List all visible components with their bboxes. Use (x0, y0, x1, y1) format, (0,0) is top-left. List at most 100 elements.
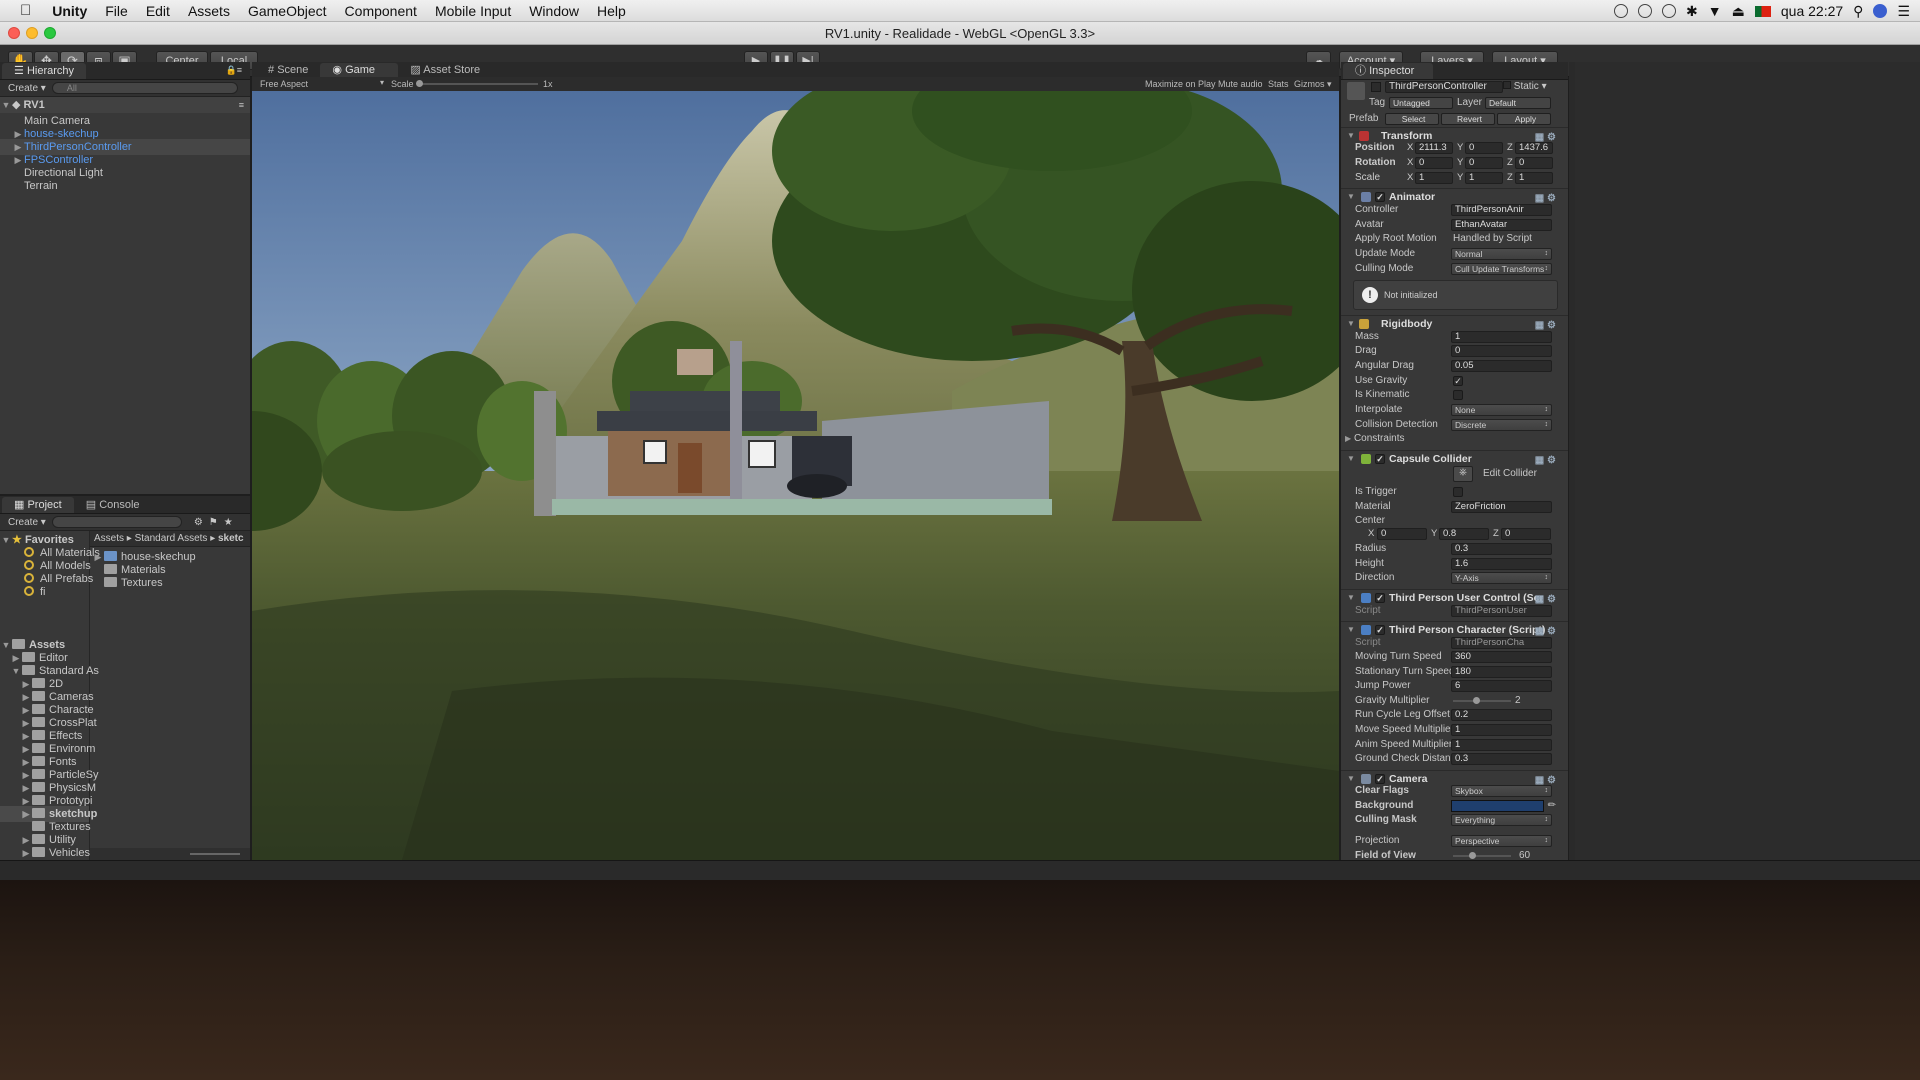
project-file[interactable]: Textures (92, 575, 250, 591)
siri-icon[interactable] (1873, 4, 1888, 18)
fov-value[interactable]: 60 (1519, 849, 1530, 860)
fold-icon[interactable]: ▼ (1347, 590, 1355, 606)
tab-asset-store[interactable]: ▨ Asset Store (398, 63, 492, 77)
projection-dropdown[interactable]: Perspective (1451, 835, 1552, 847)
alert-icon[interactable] (1662, 4, 1677, 18)
rigidbody-header[interactable]: ▼ Rigidbody ▦ ⚙ (1341, 315, 1568, 331)
object-name-field[interactable]: ThirdPersonController (1385, 81, 1503, 93)
filter-label-icon[interactable]: ⚑ (209, 517, 218, 528)
tab-project[interactable]: ▦ Project (2, 497, 74, 513)
bluetooth-icon[interactable]: ✱ (1686, 3, 1698, 20)
fold-icon[interactable]: ▼ (1347, 316, 1355, 332)
stationary-turn-field[interactable]: 180 (1451, 666, 1552, 678)
fold-icon[interactable]: ▼ (1347, 128, 1355, 144)
position-x-field[interactable]: 2111.3 (1415, 142, 1453, 154)
edit-collider-button[interactable]: ⎈ (1453, 466, 1473, 482)
eject-icon[interactable]: ⏏ (1732, 3, 1745, 20)
fold-icon[interactable]: ▼ (1347, 189, 1355, 205)
tab-game[interactable]: ◉ Game (320, 63, 399, 77)
tab-inspector[interactable]: ⓘ Inspector (1343, 63, 1433, 79)
culling-mask-dropdown[interactable]: Everything (1451, 814, 1552, 826)
menu-gameobject[interactable]: GameObject (239, 3, 336, 19)
radius-field[interactable]: 0.3 (1451, 543, 1552, 555)
move-speed-field[interactable]: 1 (1451, 724, 1552, 736)
gravity-multiplier-value[interactable]: 2 (1515, 694, 1521, 708)
scale-y-field[interactable]: 1 (1465, 172, 1503, 184)
direction-dropdown[interactable]: Y-Axis (1451, 572, 1552, 584)
position-z-field[interactable]: 1437.6 (1515, 142, 1553, 154)
rotation-x-field[interactable]: 0 (1415, 157, 1453, 169)
center-y-field[interactable]: 0.8 (1439, 528, 1489, 540)
menu-file[interactable]: File (96, 3, 137, 19)
minimize-window-button[interactable] (26, 27, 38, 39)
layer-dropdown[interactable]: Default (1485, 97, 1551, 109)
static-toggle[interactable]: Static ▾ (1503, 81, 1547, 92)
wifi-icon[interactable]: ▼ (1708, 3, 1722, 19)
animator-enabled-checkbox[interactable]: ✓ (1375, 192, 1385, 202)
breadcrumb-sketchup[interactable]: sketc (218, 533, 244, 544)
hierarchy-create-button[interactable]: Create ▾ (8, 83, 46, 94)
material-field[interactable]: ZeroFriction (1451, 501, 1552, 513)
animator-header[interactable]: ▼ ✓ Animator ▦ ⚙ (1341, 188, 1568, 204)
character-header[interactable]: ▼ ✓ Third Person Character (Script) ▦ ⚙ (1341, 621, 1568, 637)
mute-audio-toggle[interactable]: Mute audio (1218, 79, 1263, 89)
mass-field[interactable]: 1 (1451, 331, 1552, 343)
is-kinematic-checkbox[interactable] (1453, 390, 1463, 400)
fov-slider-thumb[interactable] (1469, 852, 1477, 859)
angular-drag-field[interactable]: 0.05 (1451, 360, 1552, 372)
constraints-row[interactable]: ▶ Constraints (1345, 432, 1562, 446)
clear-flags-dropdown[interactable]: Skybox (1451, 785, 1552, 797)
project-create-button[interactable]: Create ▾ (8, 517, 46, 528)
maximize-on-play-toggle[interactable]: Maximize on Play (1145, 79, 1216, 89)
character-script-field[interactable]: ThirdPersonCha (1451, 637, 1552, 649)
use-gravity-checkbox[interactable]: ✓ (1453, 376, 1463, 386)
culling-mode-dropdown[interactable]: Cull Update Transforms (1451, 263, 1552, 275)
transform-header[interactable]: ▼ Transform ▦ ⚙ (1341, 127, 1568, 143)
apple-icon[interactable]:  (0, 2, 43, 19)
tab-scene[interactable]: # Scene (256, 63, 320, 77)
rotation-z-field[interactable]: 0 (1515, 157, 1553, 169)
tab-hierarchy[interactable]: ☰ Hierarchy (2, 63, 87, 79)
prefab-select-button[interactable]: Select (1385, 113, 1439, 125)
scene-row[interactable]: ▼ ◆ RV1 ≡ (0, 97, 250, 113)
menu-window[interactable]: Window (520, 3, 588, 19)
inspector-scrollbar[interactable] (1569, 62, 1575, 860)
is-trigger-checkbox[interactable] (1453, 487, 1463, 497)
scale-slider[interactable] (418, 83, 538, 85)
lock-icon[interactable]: 🔒≡ (226, 65, 242, 76)
background-color-swatch[interactable] (1451, 800, 1544, 812)
eyedropper-icon[interactable]: ✏ (1548, 799, 1556, 813)
close-window-button[interactable] (8, 27, 20, 39)
run-cycle-field[interactable]: 0.2 (1451, 709, 1552, 721)
fold-icon[interactable]: ▼ (1347, 451, 1355, 467)
game-view[interactable]: Free Aspect ▾ Scale 1x Maximize on Play … (252, 77, 1339, 860)
interpolate-dropdown[interactable]: None (1451, 404, 1552, 416)
moving-turn-field[interactable]: 360 (1451, 651, 1552, 663)
gizmos-dropdown[interactable]: Gizmos ▾ (1294, 79, 1332, 90)
expand-icon[interactable]: ▶ (20, 845, 32, 861)
menu-component[interactable]: Component (336, 3, 426, 19)
drag-field[interactable]: 0 (1451, 345, 1552, 357)
jump-power-field[interactable]: 6 (1451, 680, 1552, 692)
center-x-field[interactable]: 0 (1377, 528, 1427, 540)
menu-assets[interactable]: Assets (179, 3, 239, 19)
fov-slider-track[interactable] (1453, 855, 1511, 857)
menu-help[interactable]: Help (588, 3, 635, 19)
controller-field[interactable]: ThirdPersonAnir (1451, 204, 1552, 216)
project-search-input[interactable] (51, 516, 182, 528)
capsule-enabled-checkbox[interactable]: ✓ (1375, 454, 1385, 464)
tab-console[interactable]: ▤ Console (74, 497, 152, 513)
prefab-apply-button[interactable]: Apply (1497, 113, 1551, 125)
menu-mobile-input[interactable]: Mobile Input (426, 3, 520, 19)
favorite-item[interactable]: fi (0, 584, 89, 600)
spotlight-search-icon[interactable]: ⚲ (1853, 3, 1863, 20)
rotation-y-field[interactable]: 0 (1465, 157, 1503, 169)
user-control-enabled-checkbox[interactable]: ✓ (1375, 593, 1385, 603)
game-viewport[interactable] (252, 91, 1339, 860)
prefab-revert-button[interactable]: Revert (1441, 113, 1495, 125)
height-field[interactable]: 1.6 (1451, 558, 1552, 570)
avatar-field[interactable]: EthanAvatar (1451, 219, 1552, 231)
collision-detection-dropdown[interactable]: Discrete (1451, 419, 1552, 431)
cloud-sync-icon[interactable] (1614, 4, 1629, 18)
character-enabled-checkbox[interactable]: ✓ (1375, 625, 1385, 635)
